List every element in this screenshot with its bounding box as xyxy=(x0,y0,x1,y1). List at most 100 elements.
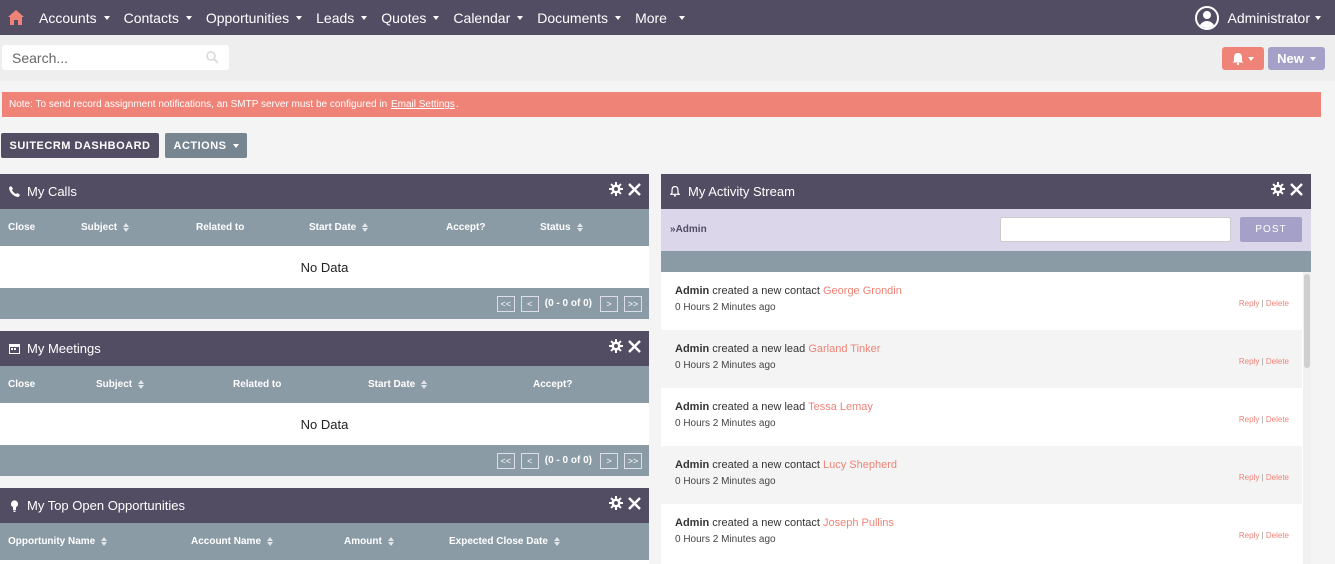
search-input[interactable] xyxy=(12,49,206,66)
sort-icon[interactable] xyxy=(421,380,428,389)
column-expected-close-date[interactable]: Expected Close Date xyxy=(449,523,560,560)
post-button[interactable]: POST xyxy=(1240,217,1302,242)
column-label: Related to xyxy=(196,222,245,233)
sort-icon[interactable] xyxy=(576,223,583,232)
close-icon[interactable] xyxy=(1290,182,1303,196)
nav-leads[interactable]: Leads xyxy=(309,0,374,35)
record-link[interactable]: Joseph Pullins xyxy=(823,517,894,529)
column-status[interactable]: Status xyxy=(540,209,583,246)
delete-link[interactable]: Delete xyxy=(1266,357,1289,366)
caret-down-icon xyxy=(185,15,192,20)
pagination: << < (0 - 0 of 0) > >> xyxy=(0,445,649,476)
dashlet-title: My Calls xyxy=(27,184,77,199)
sort-icon[interactable] xyxy=(267,537,274,546)
sort-icon[interactable] xyxy=(553,537,560,546)
nav-opportunities[interactable]: Opportunities xyxy=(199,0,309,35)
sort-icon[interactable] xyxy=(101,537,108,546)
smtp-notice: Note: To send record assignment notifica… xyxy=(2,92,1321,117)
first-page-button[interactable]: << xyxy=(496,452,515,469)
column-amount[interactable]: Amount xyxy=(344,523,394,560)
sort-icon[interactable] xyxy=(362,223,369,232)
close-icon[interactable] xyxy=(628,182,641,196)
gear-icon[interactable] xyxy=(609,496,623,510)
actor-link[interactable]: Admin xyxy=(675,401,709,413)
delete-link[interactable]: Delete xyxy=(1266,531,1289,540)
delete-link[interactable]: Delete xyxy=(1266,299,1289,308)
next-page-button[interactable]: > xyxy=(600,452,618,469)
column-label: Close xyxy=(8,379,36,390)
actor-link[interactable]: Admin xyxy=(675,517,709,529)
actor-link[interactable]: Admin xyxy=(675,459,709,471)
last-page-button[interactable]: >> xyxy=(624,452,642,469)
page-info: (0 - 0 of 0) xyxy=(544,455,592,466)
record-link[interactable]: Garland Tinker xyxy=(808,343,880,355)
new-button[interactable]: New xyxy=(1268,47,1325,70)
column-accept: Accept? xyxy=(533,366,572,403)
gear-icon[interactable] xyxy=(609,182,623,196)
activity-time: 0 Hours 2 Minutes ago xyxy=(675,534,776,545)
delete-link[interactable]: Delete xyxy=(1266,473,1289,482)
first-page-button[interactable]: << xyxy=(496,295,515,312)
reply-link[interactable]: Reply xyxy=(1239,473,1259,482)
column-start-date[interactable]: Start Date xyxy=(309,209,369,246)
nav-calendar[interactable]: Calendar xyxy=(446,0,530,35)
nav-more[interactable]: More xyxy=(628,0,692,35)
nav-quotes[interactable]: Quotes xyxy=(374,0,446,35)
actor-link[interactable]: Admin xyxy=(675,285,709,297)
record-link[interactable]: Lucy Shepherd xyxy=(823,459,897,471)
nav-contacts[interactable]: Contacts xyxy=(117,0,199,35)
user-filter-label: Admin xyxy=(675,224,707,235)
user-menu[interactable]: Administrator xyxy=(1194,0,1321,35)
user-filter[interactable]: »Admin xyxy=(670,224,707,235)
close-icon[interactable] xyxy=(628,496,641,510)
scrollbar[interactable] xyxy=(1303,272,1311,564)
search-box[interactable] xyxy=(2,45,229,70)
table-header: Opportunity Name Account Name Amount Exp… xyxy=(0,523,649,560)
column-subject[interactable]: Subject xyxy=(96,366,145,403)
bell-icon xyxy=(1232,52,1244,65)
record-link[interactable]: Tessa Lemay xyxy=(808,401,873,413)
post-label: POST xyxy=(1255,224,1287,235)
sort-icon[interactable] xyxy=(138,380,145,389)
email-settings-link[interactable]: Email Settings xyxy=(391,99,455,110)
reply-link[interactable]: Reply xyxy=(1239,531,1259,540)
tab-suitecrm-dashboard[interactable]: SUITECRM DASHBOARD xyxy=(1,133,159,158)
prev-page-button[interactable]: < xyxy=(520,452,539,469)
notifications-button[interactable] xyxy=(1222,47,1264,70)
home-button[interactable] xyxy=(0,0,32,35)
search-icon[interactable] xyxy=(206,51,219,64)
column-opportunity-name[interactable]: Opportunity Name xyxy=(8,523,108,560)
phone-icon xyxy=(8,186,20,198)
reply-link[interactable]: Reply xyxy=(1239,357,1259,366)
column-close: Close xyxy=(8,209,35,246)
reply-link[interactable]: Reply xyxy=(1239,299,1259,308)
sort-icon[interactable] xyxy=(387,537,394,546)
sort-icon[interactable] xyxy=(123,223,130,232)
gear-icon[interactable] xyxy=(609,339,623,353)
list-item: Admin created a new lead Tessa Lemay 0 H… xyxy=(661,388,1302,446)
nav-documents[interactable]: Documents xyxy=(530,0,628,35)
activity-time: 0 Hours 2 Minutes ago xyxy=(675,476,776,487)
gear-icon[interactable] xyxy=(1271,182,1285,196)
activity-divider xyxy=(661,251,1311,272)
actor-link[interactable]: Admin xyxy=(675,343,709,355)
prev-page-button[interactable]: < xyxy=(520,295,539,312)
scrollbar-thumb[interactable] xyxy=(1304,274,1310,368)
actions-dropdown[interactable]: ACTIONS xyxy=(165,133,247,158)
column-subject[interactable]: Subject xyxy=(81,209,130,246)
record-link[interactable]: George Grondin xyxy=(823,285,902,297)
reply-link[interactable]: Reply xyxy=(1239,415,1259,424)
column-start-date[interactable]: Start Date xyxy=(368,366,428,403)
post-input[interactable] xyxy=(1000,217,1231,242)
bell-icon xyxy=(669,186,681,198)
next-page-button[interactable]: > xyxy=(600,295,618,312)
caret-down-icon xyxy=(1248,56,1254,61)
close-icon[interactable] xyxy=(628,339,641,353)
activity-action: created a new lead xyxy=(712,401,806,413)
last-page-button[interactable]: >> xyxy=(624,295,642,312)
activity-action: created a new contact xyxy=(712,285,820,297)
column-account-name[interactable]: Account Name xyxy=(191,523,274,560)
nav-accounts[interactable]: Accounts xyxy=(32,0,117,35)
no-data-text: No Data xyxy=(300,259,349,275)
delete-link[interactable]: Delete xyxy=(1266,415,1289,424)
